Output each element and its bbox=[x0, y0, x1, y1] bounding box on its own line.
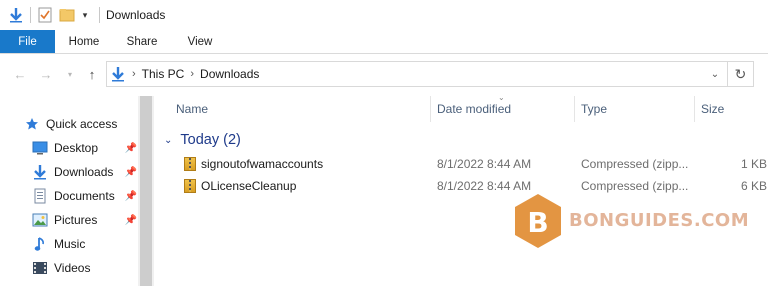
ribbon-tabs: File Home Share View bbox=[0, 30, 768, 54]
sidebar-item-label: Videos bbox=[54, 261, 91, 275]
navigation-bar: ← → ▾ ↑ › This PC › Downloads ⌄ ↻ bbox=[0, 54, 768, 94]
sidebar-item-documents[interactable]: Documents 📌 bbox=[32, 185, 138, 207]
pin-icon[interactable]: 📌 bbox=[125, 165, 137, 179]
sidebar-item-label: Documents bbox=[54, 189, 115, 203]
address-dropdown-icon[interactable]: ⌄ bbox=[709, 68, 721, 80]
breadcrumb-this-pc[interactable]: This PC bbox=[142, 67, 185, 81]
recent-locations-chevron-icon[interactable]: ▾ bbox=[62, 66, 78, 82]
breadcrumb-chevron-icon[interactable]: › bbox=[132, 68, 136, 80]
back-arrow-icon[interactable]: ← bbox=[12, 66, 28, 82]
file-date-cell: 8/1/2022 8:44 AM bbox=[437, 179, 532, 193]
forward-arrow-icon[interactable]: → bbox=[38, 66, 54, 82]
up-arrow-icon[interactable]: ↑ bbox=[84, 66, 100, 82]
tab-view[interactable]: View bbox=[171, 30, 229, 53]
sidebar-item-label: Desktop bbox=[54, 141, 99, 155]
breadcrumb-chevron-icon[interactable]: › bbox=[190, 68, 194, 80]
zip-archive-icon bbox=[184, 179, 196, 193]
group-collapse-chevron-icon[interactable]: ⌄ bbox=[164, 135, 172, 146]
refresh-icon[interactable]: ↻ bbox=[728, 61, 754, 87]
download-arrow-icon bbox=[32, 164, 48, 180]
sidebar-item-label: Downloads bbox=[54, 165, 114, 179]
file-type-cell: Compressed (zipp... bbox=[581, 157, 689, 171]
downloads-folder-icon bbox=[8, 7, 24, 23]
file-name-cell[interactable]: OLicenseCleanup bbox=[184, 179, 296, 193]
sidebar-item-videos[interactable]: Videos bbox=[32, 257, 138, 279]
watermark-letter: B bbox=[527, 206, 548, 239]
sidebar-item-label: Quick access bbox=[46, 117, 118, 131]
new-folder-icon[interactable] bbox=[59, 7, 75, 23]
column-header-name[interactable]: Name bbox=[176, 98, 208, 120]
zip-archive-icon bbox=[184, 157, 196, 171]
file-size-cell: 6 KB bbox=[741, 179, 768, 193]
customize-toolbar-chevron-icon[interactable]: ▾ bbox=[77, 7, 93, 23]
column-header-type[interactable]: Type bbox=[581, 98, 607, 120]
sidebar-item-quick-access[interactable]: Quick access bbox=[24, 113, 138, 135]
sidebar-item-downloads[interactable]: Downloads 📌 bbox=[32, 161, 138, 183]
tab-home[interactable]: Home bbox=[55, 30, 113, 53]
column-separator[interactable] bbox=[694, 96, 695, 122]
column-separator[interactable] bbox=[430, 96, 431, 122]
desktop-icon bbox=[32, 140, 48, 156]
watermark: B BONGUIDES.COM bbox=[512, 192, 749, 252]
sidebar-item-desktop[interactable]: Desktop 📌 bbox=[32, 137, 138, 159]
file-type-cell: Compressed (zipp... bbox=[581, 179, 689, 193]
table-row[interactable]: signoutofwamaccounts 8/1/2022 8:44 AM Co… bbox=[178, 154, 768, 176]
file-name: signoutofwamaccounts bbox=[201, 157, 324, 171]
tab-share[interactable]: Share bbox=[113, 30, 171, 53]
file-name-cell[interactable]: signoutofwamaccounts bbox=[184, 157, 323, 171]
column-header-date-modified[interactable]: Date modified bbox=[437, 98, 511, 120]
title-separator bbox=[99, 7, 100, 23]
nav-pane-scrollbar-thumb[interactable] bbox=[140, 96, 152, 286]
sidebar-item-label: Music bbox=[54, 237, 86, 251]
file-list: Name ⌄ Date modified Type Size ⌄ Today (… bbox=[160, 93, 768, 286]
column-separator[interactable] bbox=[574, 96, 575, 122]
documents-icon bbox=[32, 188, 48, 204]
pictures-icon bbox=[32, 212, 48, 228]
tab-file[interactable]: File bbox=[0, 30, 55, 53]
pin-icon[interactable]: 📌 bbox=[125, 189, 137, 203]
file-date-cell: 8/1/2022 8:44 AM bbox=[437, 157, 532, 171]
downloads-location-icon bbox=[110, 66, 126, 82]
music-note-icon bbox=[32, 236, 48, 252]
window-title: Downloads bbox=[106, 8, 166, 22]
navigation-pane: Quick access Desktop 📌 Downloads 📌 Docum… bbox=[0, 94, 154, 286]
sidebar-item-label: Pictures bbox=[54, 213, 98, 227]
title-bar: ▾ Downloads bbox=[0, 0, 768, 30]
pin-icon[interactable]: 📌 bbox=[125, 141, 137, 155]
group-header-today[interactable]: ⌄ Today (2) bbox=[164, 130, 241, 150]
group-label: Today (2) bbox=[180, 132, 241, 148]
videos-icon bbox=[32, 260, 48, 276]
sidebar-item-pictures[interactable]: Pictures 📌 bbox=[32, 209, 138, 231]
properties-icon[interactable] bbox=[37, 7, 53, 23]
file-name: OLicenseCleanup bbox=[201, 179, 297, 193]
address-bar[interactable]: › This PC › Downloads ⌄ bbox=[106, 61, 728, 87]
file-size-cell: 1 KB bbox=[741, 157, 768, 171]
watermark-hexagon-logo: B bbox=[515, 194, 561, 248]
star-icon bbox=[24, 116, 40, 132]
breadcrumb-downloads[interactable]: Downloads bbox=[200, 67, 259, 81]
sidebar-item-music[interactable]: Music bbox=[32, 233, 138, 255]
watermark-text: BONGUIDES.COM bbox=[569, 210, 750, 231]
pin-icon[interactable]: 📌 bbox=[125, 213, 137, 227]
nav-pane-scrollbar[interactable] bbox=[138, 96, 154, 286]
title-separator bbox=[30, 7, 31, 23]
column-header-size[interactable]: Size bbox=[701, 98, 724, 120]
